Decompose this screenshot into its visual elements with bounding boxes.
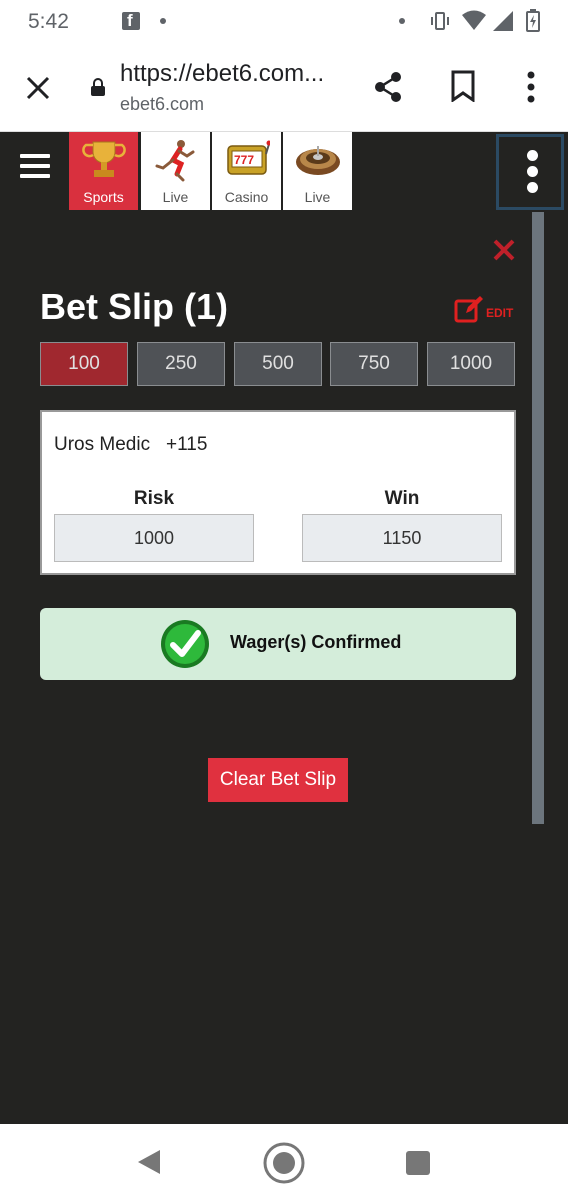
slot-machine-icon: 777 (227, 140, 270, 175)
lock-icon (91, 78, 105, 96)
trophy-icon (82, 141, 126, 177)
url-domain[interactable]: ebet6.com (120, 94, 204, 115)
scrollbar[interactable] (532, 212, 544, 824)
bet-card: Uros Medic +115 Risk Win 1000 1150 (40, 410, 516, 575)
tab-label: Sports (83, 189, 124, 205)
recents-icon[interactable] (406, 1151, 430, 1175)
hamburger-menu-icon[interactable] (20, 154, 50, 182)
vibrate-icon (431, 12, 449, 30)
confirmation-banner: Wager(s) Confirmed (40, 608, 516, 680)
share-icon[interactable] (372, 70, 404, 104)
overflow-menu-icon[interactable] (524, 70, 538, 104)
url-title[interactable]: https://ebet6.com... (120, 60, 324, 88)
tab-label: Live (304, 189, 331, 205)
status-time: 5:42 (28, 10, 69, 33)
selection-odds: +115 (166, 434, 208, 455)
amount-button-100[interactable]: 100 (40, 342, 128, 386)
amount-button-500[interactable]: 500 (234, 342, 322, 386)
tab-casino[interactable]: 777 Casino (212, 132, 281, 210)
wifi-icon (462, 10, 486, 30)
site-menu-button[interactable] (496, 134, 564, 210)
betslip-title: Bet Slip (1) (40, 286, 229, 327)
edit-button[interactable]: EDIT (454, 294, 513, 324)
amount-button-750[interactable]: 750 (330, 342, 418, 386)
dot-icon (527, 166, 538, 177)
dot-icon (527, 182, 538, 193)
roulette-icon (296, 146, 340, 175)
clear-betslip-button[interactable]: Clear Bet Slip (208, 758, 348, 802)
battery-icon (526, 9, 540, 32)
svg-text:777: 777 (234, 153, 254, 167)
back-icon[interactable] (136, 1148, 162, 1176)
tab-live-casino[interactable]: Live (283, 132, 352, 210)
amount-button-250[interactable]: 250 (137, 342, 225, 386)
tab-label: Live (162, 189, 189, 205)
status-bar: 5:42 (0, 0, 568, 44)
bookmark-icon[interactable] (450, 70, 476, 102)
dot-icon (527, 150, 538, 161)
close-betslip-icon[interactable] (492, 238, 516, 262)
close-icon[interactable] (24, 74, 52, 102)
amount-button-1000[interactable]: 1000 (427, 342, 515, 386)
tab-label: Casino (224, 189, 269, 205)
win-label: Win (384, 488, 420, 509)
system-nav-bar (0, 1124, 568, 1200)
confirmation-text: Wager(s) Confirmed (230, 632, 402, 652)
facebook-icon (122, 11, 140, 31)
selection-name: Uros Medic (54, 434, 151, 455)
home-icon[interactable] (262, 1141, 306, 1185)
site-content: Sports Live 777 Casino Live Bet Slip (1)… (0, 132, 568, 1124)
tab-sports[interactable]: Sports (69, 132, 138, 210)
notification-dot-icon (399, 18, 405, 24)
check-circle-icon (161, 620, 209, 668)
edit-label: EDIT (486, 306, 514, 320)
edit-icon (454, 296, 483, 323)
win-input[interactable]: 1150 (302, 514, 502, 562)
quick-amounts: 100 250 500 750 1000 (40, 342, 516, 386)
signal-icon (493, 11, 513, 31)
risk-label: Risk (133, 488, 175, 509)
site-header: Sports Live 777 Casino Live (0, 132, 568, 212)
tab-live[interactable]: Live (141, 132, 210, 210)
runner-icon (155, 140, 195, 182)
notification-dot-icon (160, 18, 166, 24)
browser-toolbar: https://ebet6.com... ebet6.com (0, 44, 568, 132)
risk-input[interactable]: 1000 (54, 514, 254, 562)
